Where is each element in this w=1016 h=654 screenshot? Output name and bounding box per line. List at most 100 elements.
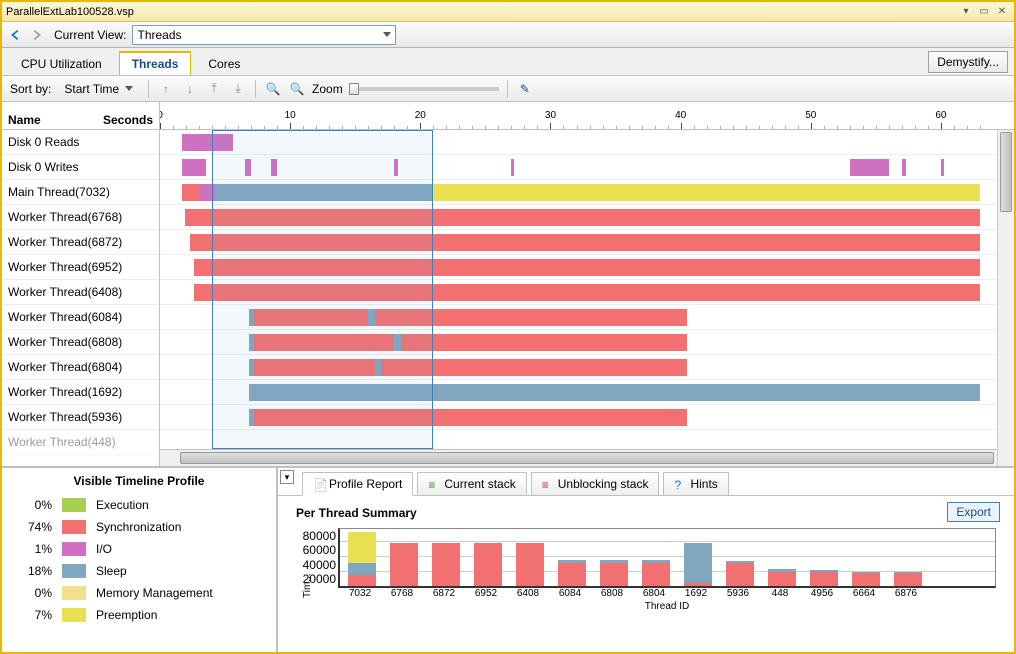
close-button[interactable]: ✕ <box>994 5 1010 19</box>
legend-item[interactable]: 74%Synchronization <box>12 516 266 538</box>
segment-sync[interactable] <box>254 334 395 351</box>
timeline-tracks[interactable]: 0102030405060 <box>160 102 1014 466</box>
timeline-track[interactable] <box>160 405 1014 430</box>
segment-io[interactable] <box>511 159 514 176</box>
chart-bar[interactable] <box>596 529 632 586</box>
tab-unblocking-stack[interactable]: ≡Unblocking stack <box>531 472 660 495</box>
segment-sync[interactable] <box>254 309 369 326</box>
export-button[interactable]: Export <box>947 502 1000 522</box>
segment-preempt[interactable] <box>433 184 980 201</box>
chart-bar[interactable] <box>638 529 674 586</box>
timeline-row-label[interactable]: Worker Thread(6872) <box>2 230 159 255</box>
zoom-out-icon[interactable]: 🔍 <box>264 80 282 98</box>
segment-sync[interactable] <box>190 234 980 251</box>
demystify-button[interactable]: Demystify... <box>928 51 1008 73</box>
timeline-track[interactable] <box>160 255 1014 280</box>
back-button[interactable] <box>6 26 26 44</box>
chart-bar[interactable] <box>848 529 884 586</box>
segment-io[interactable] <box>902 159 906 176</box>
move-down-button[interactable]: ↓ <box>181 80 199 98</box>
chart-bar[interactable] <box>470 529 506 586</box>
legend-item[interactable]: 7%Preemption <box>12 604 266 626</box>
segment-sync[interactable] <box>254 359 375 376</box>
horizontal-scrollbar[interactable] <box>160 449 1014 466</box>
chart-bar[interactable] <box>428 529 464 586</box>
segment-sync[interactable] <box>194 259 980 276</box>
timeline-track[interactable] <box>160 380 1014 405</box>
move-up-button[interactable]: ↑ <box>157 80 175 98</box>
timeline-track[interactable] <box>160 205 1014 230</box>
collapse-button[interactable]: ▾ <box>280 470 294 484</box>
timeline-track[interactable] <box>160 155 1014 180</box>
tab-hints[interactable]: ?Hints <box>663 472 728 495</box>
view-dropdown[interactable]: Threads <box>132 25 396 45</box>
segment-io[interactable] <box>182 159 205 176</box>
timeline-row-label[interactable]: Worker Thread(6084) <box>2 305 159 330</box>
move-bottom-button[interactable]: ⤓ <box>229 80 247 98</box>
chart-bar[interactable] <box>806 529 842 586</box>
segment-sleep[interactable] <box>249 384 980 401</box>
timeline-row-label[interactable]: Worker Thread(6808) <box>2 330 159 355</box>
segment-io[interactable] <box>245 159 252 176</box>
timeline-track[interactable] <box>160 280 1014 305</box>
tab-cores[interactable]: Cores <box>195 52 253 75</box>
segment-sync[interactable] <box>401 334 687 351</box>
segment-io[interactable] <box>850 159 889 176</box>
timeline-row-label[interactable]: Worker Thread(6408) <box>2 280 159 305</box>
timeline-row-label[interactable]: Worker Thread(1692) <box>2 380 159 405</box>
zoom-slider[interactable] <box>349 87 499 91</box>
timeline-row-label[interactable]: Main Thread(7032) <box>2 180 159 205</box>
minimize-button[interactable]: ▭ <box>976 5 992 19</box>
zoom-reset-icon[interactable]: 🔍 <box>288 80 306 98</box>
tab-cpu-utilization[interactable]: CPU Utilization <box>8 52 115 75</box>
segment-sync[interactable] <box>182 184 199 201</box>
chart-bar[interactable] <box>680 529 716 586</box>
legend-item[interactable]: 0%Memory Management <box>12 582 266 604</box>
segment-sync[interactable] <box>185 209 980 226</box>
legend-item[interactable]: 0%Execution <box>12 494 266 516</box>
timeline-track[interactable] <box>160 355 1014 380</box>
timeline-track[interactable] <box>160 130 1014 155</box>
chart-bar[interactable] <box>722 529 758 586</box>
legend-item[interactable]: 18%Sleep <box>12 560 266 582</box>
sortby-dropdown[interactable]: Start Time <box>57 79 140 99</box>
timeline-row-label[interactable]: Worker Thread(6804) <box>2 355 159 380</box>
segment-io[interactable] <box>941 159 944 176</box>
segment-io[interactable] <box>271 159 278 176</box>
timeline-track[interactable] <box>160 180 1014 205</box>
forward-button[interactable] <box>26 26 46 44</box>
chart-bar[interactable] <box>512 529 548 586</box>
timeline-row-label[interactable]: Disk 0 Writes <box>2 155 159 180</box>
legend-item[interactable]: 1%I/O <box>12 538 266 560</box>
segment-io[interactable] <box>199 184 215 201</box>
chart-bar[interactable] <box>344 529 380 586</box>
timeline-row-label[interactable]: Worker Thread(448) <box>2 430 159 455</box>
timeline-track[interactable] <box>160 330 1014 355</box>
chart-bar[interactable] <box>386 529 422 586</box>
segment-sync[interactable] <box>194 284 980 301</box>
vertical-scrollbar[interactable] <box>997 130 1014 466</box>
scrollbar-thumb[interactable] <box>1000 132 1012 212</box>
timeline-track[interactable] <box>160 430 1014 449</box>
segment-io[interactable] <box>394 159 398 176</box>
scrollbar-thumb[interactable] <box>180 452 994 464</box>
timeline-row-label[interactable]: Worker Thread(6952) <box>2 255 159 280</box>
zoom-slider-thumb[interactable] <box>349 83 359 95</box>
segment-sleep[interactable] <box>375 359 382 376</box>
segment-io[interactable] <box>182 134 233 151</box>
timeline-row-label[interactable]: Worker Thread(5936) <box>2 405 159 430</box>
timeline-row-label[interactable]: Disk 0 Reads <box>2 130 159 155</box>
highlight-button[interactable]: ✎ <box>516 80 534 98</box>
segment-sleep[interactable] <box>215 184 434 201</box>
dropdown-icon[interactable]: ▾ <box>958 5 974 19</box>
chart-bar[interactable] <box>764 529 800 586</box>
tab-threads[interactable]: Threads <box>119 51 192 75</box>
chart-bar[interactable] <box>554 529 590 586</box>
timeline-row-label[interactable]: Worker Thread(6768) <box>2 205 159 230</box>
segment-sync[interactable] <box>381 359 687 376</box>
tab-current-stack[interactable]: ≡Current stack <box>417 472 526 495</box>
tab-profile-report[interactable]: 📄Profile Report <box>302 472 413 496</box>
chart-bar[interactable] <box>890 529 926 586</box>
move-top-button[interactable]: ⤒ <box>205 80 223 98</box>
segment-sync[interactable] <box>375 309 687 326</box>
